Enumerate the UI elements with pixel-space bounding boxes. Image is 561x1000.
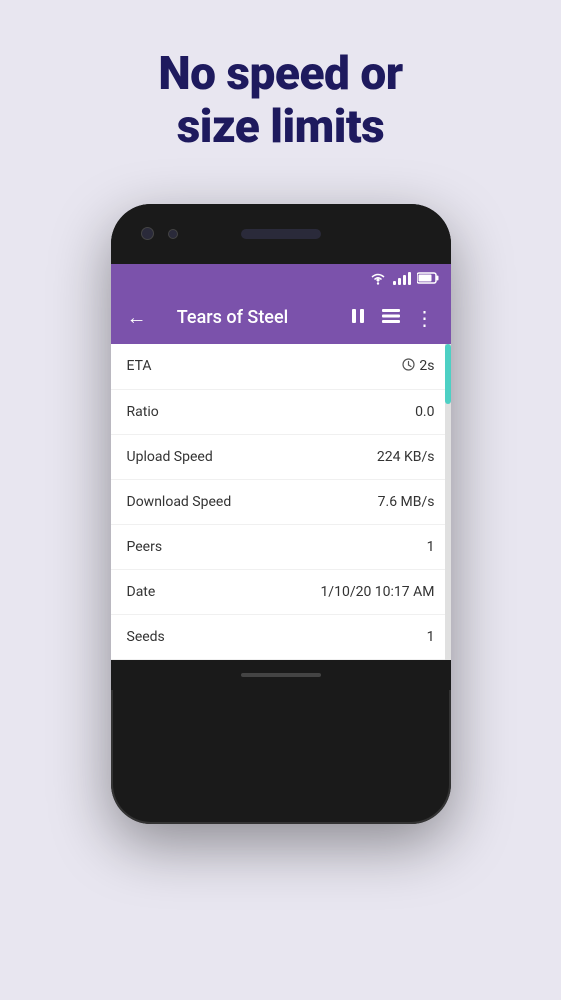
signal-bars-icon xyxy=(393,271,411,285)
scroll-bar[interactable] xyxy=(445,344,451,660)
info-row: ETA 2s xyxy=(111,344,451,390)
info-row: Upload Speed 224 KB/s xyxy=(111,435,451,480)
info-row: Seeds 1 xyxy=(111,615,451,660)
app-bar-title: Tears of Steel xyxy=(161,307,305,328)
info-row-label: Upload Speed xyxy=(127,449,213,465)
scroll-bar-fill xyxy=(445,344,451,404)
back-button[interactable]: ← xyxy=(123,301,151,334)
home-bar xyxy=(241,673,321,677)
info-row-label: Ratio xyxy=(127,404,159,420)
status-bar xyxy=(111,264,451,292)
info-row-value: 2s xyxy=(402,358,434,375)
phone-top-bar xyxy=(111,204,451,264)
info-row-value: 1 xyxy=(427,629,435,645)
info-row-label: Peers xyxy=(127,539,163,555)
info-row-value: 1/10/20 10:17 AM xyxy=(320,584,434,600)
content-area: ETA 2s Ratio 0.0 Upload Speed 224 KB/s Downloa… xyxy=(111,344,451,660)
phone-bottom-bar xyxy=(111,660,451,690)
info-row: Date 1/10/20 10:17 AM xyxy=(111,570,451,615)
more-button[interactable]: ⋮ xyxy=(411,302,439,334)
battery-icon xyxy=(417,272,439,284)
info-row: Ratio 0.0 xyxy=(111,390,451,435)
headline: No speed or size limits xyxy=(118,48,442,154)
app-bar: ← Tears of Steel ⋮ xyxy=(111,292,451,344)
list-button[interactable] xyxy=(377,302,405,334)
info-row-value: 1 xyxy=(427,539,435,555)
clock-icon xyxy=(402,358,415,375)
info-row-value: 7.6 MB/s xyxy=(378,494,435,510)
camera-dot-large xyxy=(141,227,154,240)
info-row: Download Speed 7.6 MB/s xyxy=(111,480,451,525)
app-bar-icons-right: ⋮ xyxy=(345,302,439,334)
phone-mockup: ← Tears of Steel ⋮ xyxy=(111,204,451,824)
wifi-icon xyxy=(369,271,387,285)
info-row-value: 224 KB/s xyxy=(377,449,435,465)
info-row-label: Seeds xyxy=(127,629,165,645)
headline-line2: size limits xyxy=(177,100,385,154)
headline-line1: No speed or xyxy=(158,47,402,101)
info-row-label: Date xyxy=(127,584,156,600)
info-row-value: 0.0 xyxy=(415,404,434,420)
info-row: Peers 1 xyxy=(111,525,451,570)
pause-button[interactable] xyxy=(345,302,371,334)
camera-dot-small xyxy=(168,229,178,239)
camera-area xyxy=(141,227,178,240)
speaker-bar xyxy=(241,229,321,239)
info-row-label: ETA xyxy=(127,358,152,374)
info-row-label: Download Speed xyxy=(127,494,232,510)
